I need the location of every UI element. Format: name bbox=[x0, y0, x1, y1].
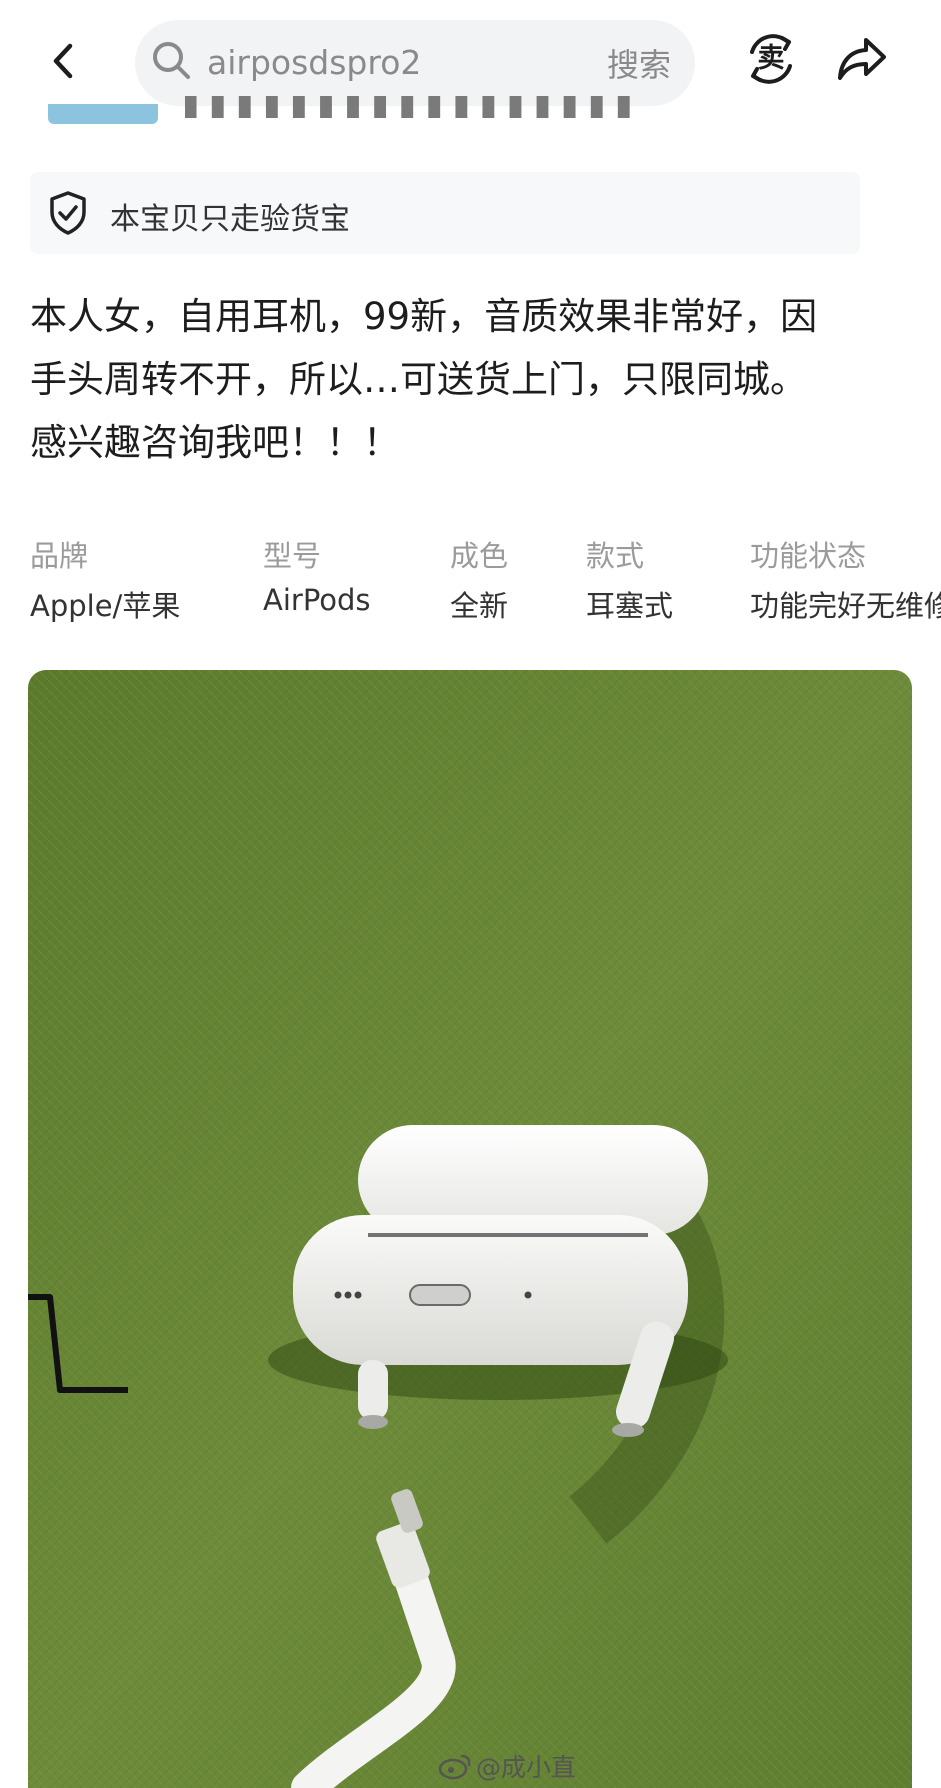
weibo-logo-icon bbox=[438, 1754, 471, 1780]
listing-description: 本人女，自用耳机，99新，音质效果非常好，因 手头周转不开，所以…可送货上门，只… bbox=[30, 285, 920, 474]
spec-brand: 品牌 Apple/苹果 bbox=[30, 533, 180, 623]
watermark: @成小直 bbox=[438, 1748, 576, 1784]
share-button[interactable] bbox=[832, 30, 892, 88]
spec-label: 品牌 bbox=[30, 539, 89, 573]
back-button[interactable] bbox=[40, 36, 90, 86]
shield-check-icon bbox=[50, 191, 86, 235]
spec-table: 品牌 Apple/苹果 型号 AirPods 成色 全新 款式 耳塞式 功能状态… bbox=[30, 533, 941, 623]
sell-label: 卖 bbox=[757, 43, 785, 74]
spec-condition: 成色 全新 bbox=[450, 533, 508, 623]
product-photo[interactable] bbox=[28, 670, 912, 1788]
inspection-guarantee-notice[interactable]: 本宝贝只走验货宝 bbox=[30, 172, 860, 254]
search-input[interactable] bbox=[207, 42, 547, 82]
spec-style: 款式 耳塞式 bbox=[586, 533, 673, 623]
top-bar: 搜索 卖 bbox=[0, 0, 941, 110]
spec-value: 耳塞式 bbox=[586, 589, 674, 623]
spec-label: 型号 bbox=[263, 539, 322, 573]
search-button[interactable]: 搜索 bbox=[607, 40, 671, 86]
guarantee-text: 本宝贝只走验货宝 bbox=[110, 202, 350, 237]
share-icon bbox=[838, 38, 886, 80]
search-icon bbox=[153, 42, 190, 79]
spec-label: 功能状态 bbox=[750, 539, 867, 573]
spec-model: 型号 AirPods bbox=[263, 533, 371, 623]
obscured-text: ▌▌▌▌▌▌▌▌▌▌▌▌▌▌▌▌▌▌ bbox=[185, 96, 635, 118]
spec-label: 成色 bbox=[450, 539, 509, 573]
watermark-text: @成小直 bbox=[476, 1753, 577, 1782]
search-bar[interactable]: 搜索 bbox=[135, 20, 695, 106]
airpods-photo bbox=[28, 670, 912, 1788]
description-line: 本人女，自用耳机，99新，音质效果非常好，因 bbox=[30, 295, 818, 338]
spec-value: Apple/苹果 bbox=[30, 589, 181, 623]
spec-value: AirPods bbox=[263, 583, 371, 617]
spec-label: 款式 bbox=[586, 539, 645, 573]
spec-function: 功能状态 功能完好无维修 bbox=[750, 533, 941, 623]
spec-value: 功能完好无维修 bbox=[750, 589, 941, 623]
description-line: 手头周转不开，所以…可送货上门，只限同城。 bbox=[30, 358, 807, 401]
partial-banner bbox=[48, 104, 158, 124]
spec-value: 全新 bbox=[450, 589, 509, 623]
chevron-left-icon bbox=[53, 43, 73, 79]
description-line: 感兴趣咨询我吧！！！ bbox=[30, 421, 400, 464]
sell-button[interactable]: 卖 bbox=[742, 30, 800, 88]
